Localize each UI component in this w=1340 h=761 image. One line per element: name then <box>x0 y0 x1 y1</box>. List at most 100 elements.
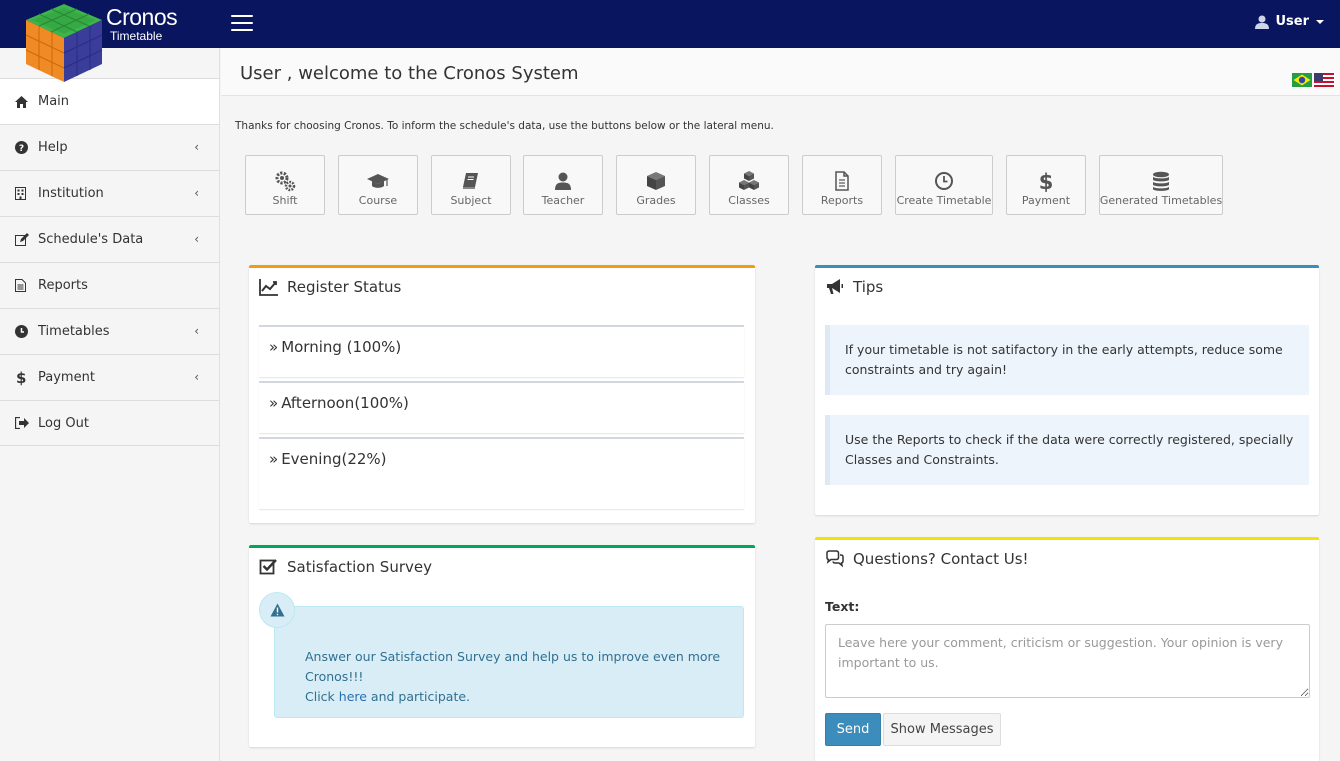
sidebar-item-label: Payment <box>38 370 95 385</box>
register-status-box: Register Status » Morning (100%) » Afterno… <box>249 265 755 523</box>
status-row-label: Afternoon(100%) <box>281 394 409 412</box>
sidebar-item-label: Institution <box>38 186 104 201</box>
contact-header: Questions? Contact Us! <box>825 550 1029 568</box>
chevron-left-icon: ‹ <box>194 186 199 200</box>
sidebar-toggle-button[interactable] <box>231 15 253 31</box>
double-chevron-right-icon: » <box>269 338 279 356</box>
subject-button[interactable]: Subject <box>431 155 511 215</box>
message-textarea[interactable] <box>825 624 1310 698</box>
user-name: User <box>1275 14 1309 29</box>
usa-flag-icon[interactable] <box>1314 73 1334 87</box>
register-status-header: Register Status <box>259 278 401 296</box>
teacher-label: Teacher <box>541 194 585 207</box>
survey-line: Answer our Satisfaction Survey and help … <box>305 649 721 684</box>
survey-click-text: Click <box>305 689 339 704</box>
clock-icon <box>15 325 38 338</box>
sidebar-item-institution[interactable]: Institution ‹ <box>0 170 219 216</box>
page-header: User , welcome to the Cronos System <box>221 48 1340 96</box>
file-text-icon <box>15 279 38 292</box>
sidebar-item-label: Help <box>38 140 68 155</box>
satisfaction-survey-title: Satisfaction Survey <box>287 558 432 576</box>
svg-text:?: ? <box>19 144 24 154</box>
grades-button[interactable]: Grades <box>616 155 696 215</box>
register-status-title: Register Status <box>287 278 402 296</box>
sidebar-item-log-out[interactable]: Log Out <box>0 400 219 446</box>
generated-timetables-button[interactable]: Generated Timetables <box>1099 155 1223 215</box>
shift-button[interactable]: Shift <box>245 155 325 215</box>
page-title: User , welcome to the Cronos System <box>240 63 579 84</box>
sidebar: Main ? Help ‹ Institution ‹ Schedule's D… <box>0 48 220 761</box>
file-icon <box>835 171 849 191</box>
question-circle-icon: ? <box>15 141 38 154</box>
double-chevron-right-icon: » <box>269 450 279 468</box>
satisfaction-survey-header: Satisfaction Survey <box>259 558 432 576</box>
dollar-icon: $ <box>16 368 27 387</box>
grades-label: Grades <box>636 194 676 207</box>
check-square-icon <box>259 559 277 575</box>
clock-icon <box>935 172 953 190</box>
reports-button[interactable]: Reports <box>802 155 882 215</box>
sidebar-item-main[interactable]: Main <box>0 78 219 124</box>
sidebar-item-label: Main <box>38 94 70 109</box>
user-menu-dropdown[interactable]: User <box>1255 14 1324 29</box>
svg-text:$: $ <box>1039 170 1054 192</box>
user-icon <box>1255 15 1270 29</box>
status-row-label: Morning (100%) <box>281 338 402 356</box>
send-button[interactable]: Send <box>825 713 881 746</box>
main-content: User , welcome to the Cronos System Than… <box>221 48 1340 761</box>
chevron-left-icon: ‹ <box>194 140 199 154</box>
sidebar-item-label: Reports <box>38 278 88 293</box>
shift-label: Shift <box>272 194 298 207</box>
classes-button[interactable]: Classes <box>709 155 789 215</box>
cube-icon <box>647 172 665 190</box>
cubes-icon <box>739 171 759 190</box>
status-row-evening[interactable]: » Evening(22%) <box>259 437 744 509</box>
double-chevron-right-icon: » <box>269 394 279 412</box>
text-field-label: Text: <box>825 599 860 614</box>
create-timetable-label: Create Timetable <box>896 194 992 207</box>
cronos-logo-cube[interactable] <box>22 2 106 84</box>
sidebar-item-reports[interactable]: Reports <box>0 262 219 308</box>
status-row-morning[interactable]: » Morning (100%) <box>259 325 744 377</box>
teacher-button[interactable]: Teacher <box>523 155 603 215</box>
payment-button[interactable]: $ Payment <box>1006 155 1086 215</box>
sidebar-item-payment[interactable]: $ Payment ‹ <box>0 354 219 400</box>
tips-title: Tips <box>853 278 884 296</box>
dollar-icon: $ <box>1039 170 1054 192</box>
chevron-left-icon: ‹ <box>194 370 199 384</box>
sidebar-item-help[interactable]: ? Help ‹ <box>0 124 219 170</box>
status-row-afternoon[interactable]: » Afternoon(100%) <box>259 381 744 433</box>
bullhorn-icon <box>827 279 843 294</box>
tip-item: If your timetable is not satifactory in … <box>825 325 1309 395</box>
sidebar-item-schedules-data[interactable]: Schedule's Data ‹ <box>0 216 219 262</box>
sidebar-item-label: Schedule's Data <box>38 232 144 247</box>
survey-callout: Answer our Satisfaction Survey and help … <box>274 606 744 718</box>
caret-down-icon <box>1316 19 1324 24</box>
create-timetable-button[interactable]: Create Timetable <box>895 155 993 215</box>
database-icon <box>1153 171 1169 191</box>
course-button[interactable]: Course <box>338 155 418 215</box>
building-icon <box>15 187 38 200</box>
tips-box: Tips If your timetable is not satifactor… <box>815 265 1319 515</box>
brazil-flag-icon[interactable] <box>1292 73 1312 87</box>
home-icon <box>15 95 38 108</box>
classes-label: Classes <box>728 194 770 207</box>
course-label: Course <box>358 194 398 207</box>
intro-text: Thanks for choosing Cronos. To inform th… <box>235 120 774 132</box>
brand-subtitle: Timetable <box>110 29 163 43</box>
line-chart-icon <box>259 279 278 296</box>
survey-after-text: and participate. <box>366 689 471 704</box>
graduation-cap-icon <box>367 174 389 188</box>
sidebar-item-timetables[interactable]: Timetables ‹ <box>0 308 219 354</box>
sidebar-item-label: Timetables <box>38 324 110 339</box>
show-messages-button[interactable]: Show Messages <box>883 713 1001 746</box>
sidebar-item-label: Log Out <box>38 415 89 431</box>
survey-link[interactable]: here <box>339 689 367 704</box>
comments-icon <box>826 550 844 568</box>
edit-icon <box>15 233 38 246</box>
warning-icon <box>270 603 284 617</box>
status-row-label: Evening(22%) <box>281 450 387 468</box>
reports-label: Reports <box>820 194 864 207</box>
satisfaction-survey-box: Satisfaction Survey Answer our Satisfact… <box>249 545 755 747</box>
tips-header: Tips <box>825 278 883 296</box>
